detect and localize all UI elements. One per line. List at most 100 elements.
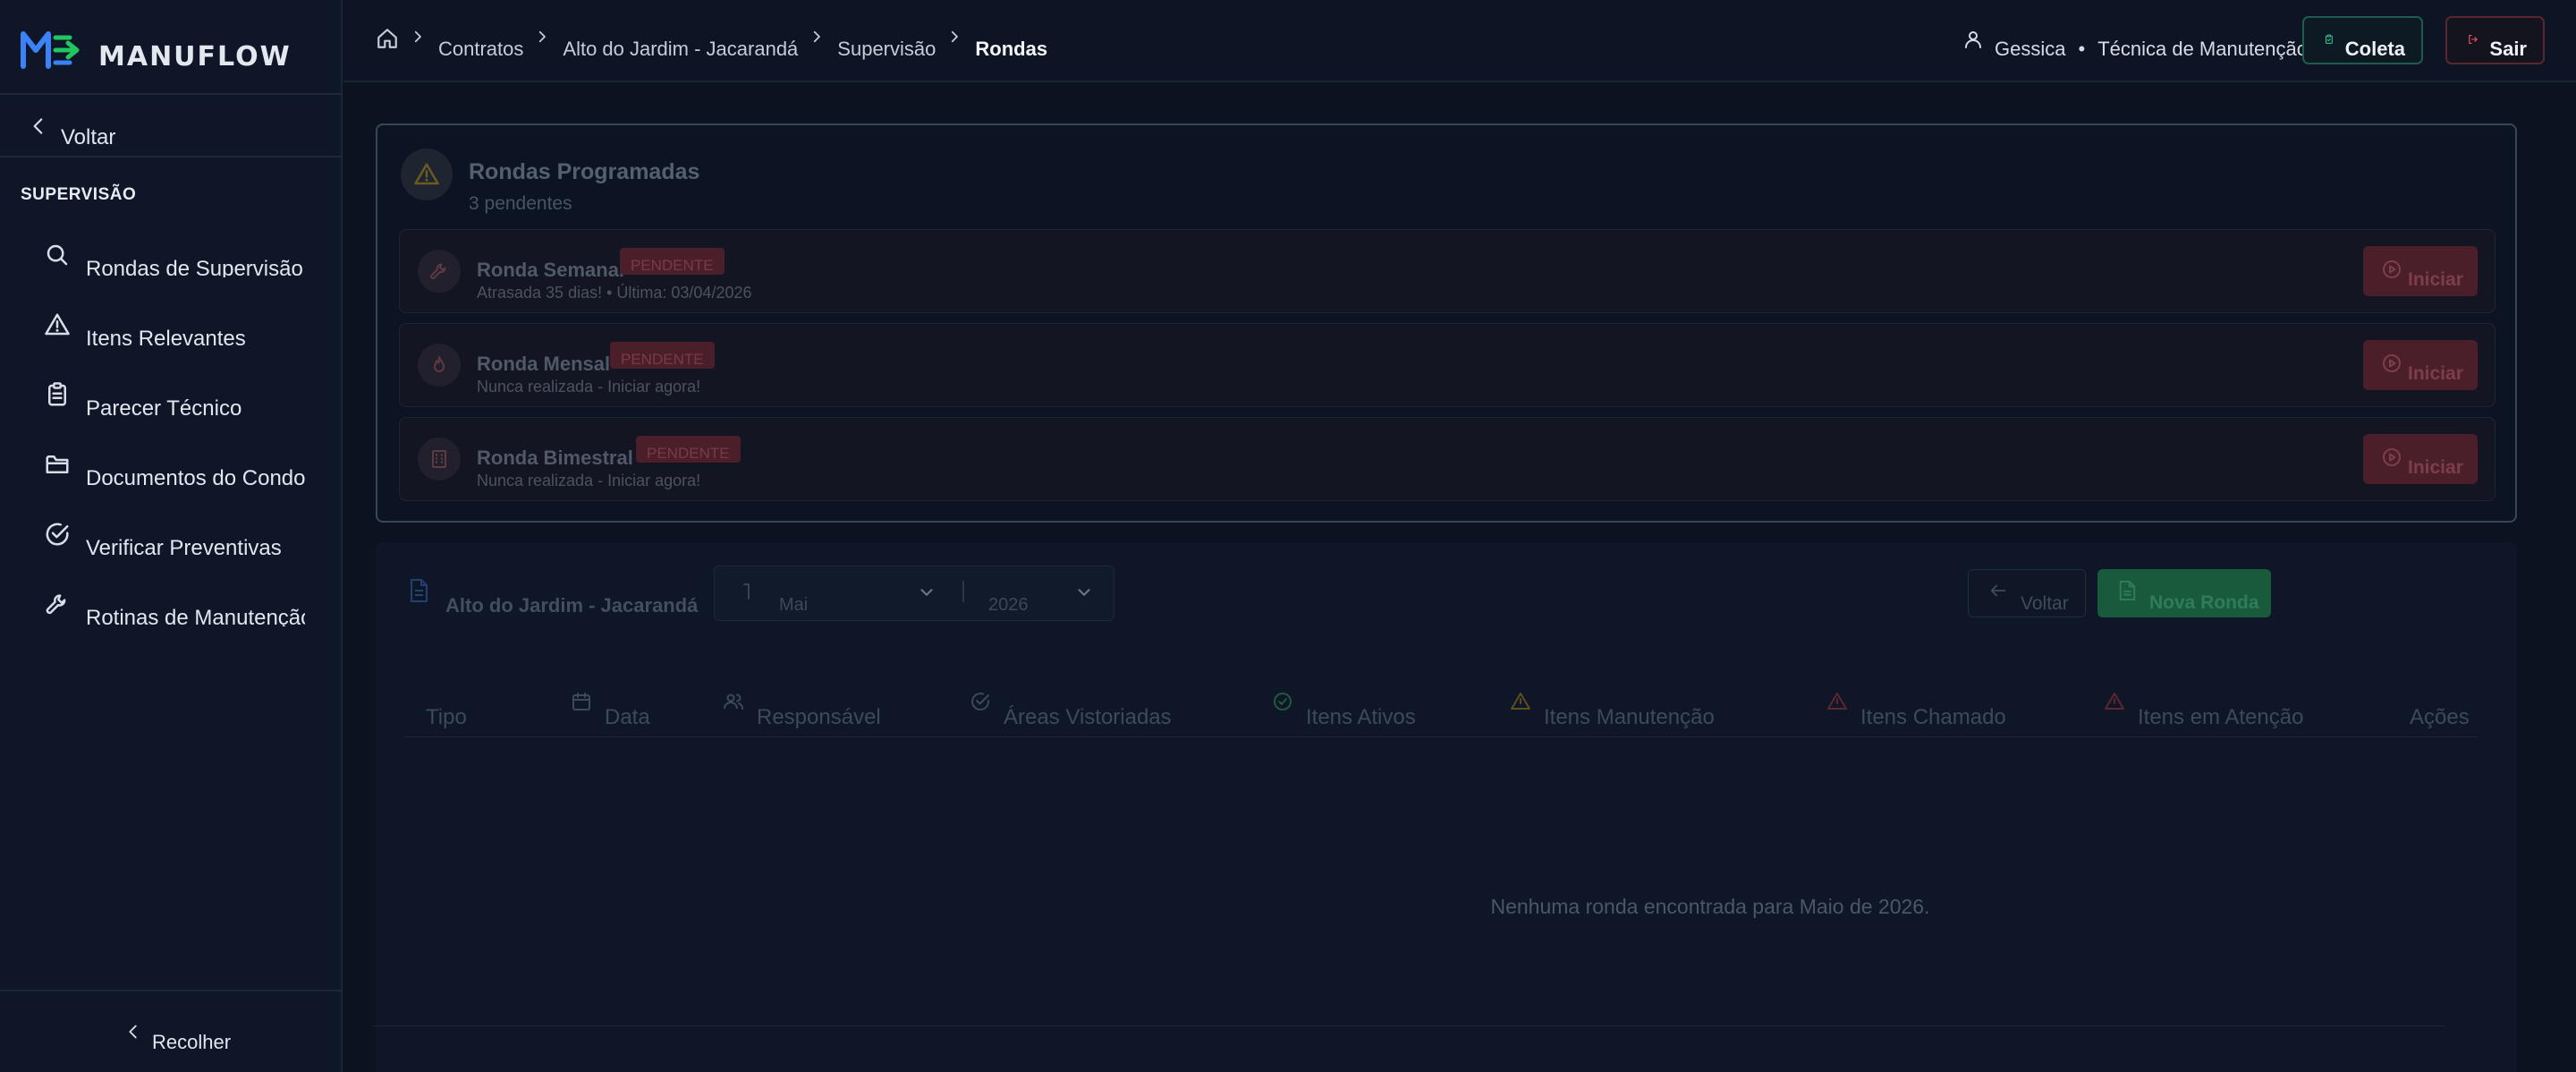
breadcrumb-item[interactable]: Supervisão [837, 38, 936, 61]
user-info: Gessica • Técnica de Manutenção [1962, 29, 2308, 61]
breadcrumb-item[interactable]: Contratos [438, 38, 523, 61]
column-label: Data [605, 705, 650, 729]
sidebar-item-documentos[interactable]: Documentos do Condomínio [0, 444, 343, 514]
logout-icon [2469, 34, 2478, 45]
brand-name: MANUFLOW [98, 40, 292, 72]
warning-icon [1511, 693, 1530, 710]
ronda-meta: Nunca realizada - Iniciar agora! [477, 472, 701, 489]
table-title-label: Alto do Jardim - Jacarandá [445, 594, 699, 617]
warning-icon [1827, 693, 1847, 710]
column-header-itens-manutencao[interactable]: Itens Manutenção [1510, 691, 1715, 730]
rondas-programadas-card: Rondas Programadas 3 pendentes Ronda Sem… [376, 123, 2517, 523]
chevron-left-icon [129, 1025, 137, 1039]
arrow-left-icon [1990, 584, 2006, 597]
ronda-meta: Atrasada 35 dias! • Última: 03/04/2026 [477, 284, 752, 302]
table-back-label: Voltar [2021, 593, 2069, 614]
ronda-name: Ronda Bimestral [477, 447, 633, 469]
empty-state-message: Nenhuma ronda encontrada para Maio de 20… [1490, 895, 1930, 918]
chevron-right-icon [952, 30, 959, 43]
ronda-name: Ronda Mensal [477, 353, 611, 375]
iniciar-label: Iniciar [2408, 269, 2463, 290]
sidebar-item-itens-relevantes[interactable]: Itens Relevantes [0, 304, 343, 374]
table-back-button[interactable]: Voltar [1968, 569, 2086, 617]
column-label: Responsável [757, 705, 881, 729]
manuflow-logo-icon [21, 31, 80, 69]
ronda-icon [418, 250, 461, 293]
home-icon[interactable] [376, 27, 399, 50]
check-circle-icon [1274, 693, 1292, 710]
sidebar-nav: Rondas de Supervisão Itens Relevantes Pa… [0, 234, 343, 653]
card-header-icon [401, 149, 453, 200]
user-role: Técnica de Manutenção [2097, 38, 2309, 60]
ronda-meta: Nunca realizada - Iniciar agora! [477, 378, 701, 396]
breadcrumb-item[interactable]: Alto do Jardim - Jacarandá [563, 38, 798, 61]
column-header-itens-chamado[interactable]: Itens Chamado [1826, 691, 2006, 730]
wrench-icon [46, 594, 66, 615]
iniciar-button[interactable]: Iniciar [2363, 434, 2478, 484]
column-header-areas[interactable]: Áreas Vistoriadas [970, 691, 1172, 730]
column-header-itens-ativos[interactable]: Itens Ativos [1272, 691, 1416, 730]
nova-ronda-button[interactable]: Nova Ronda [2097, 569, 2271, 617]
sidebar: MANUFLOW Voltar SUPERVISÃO Rondas de Sup… [0, 0, 343, 1072]
user-separator: • [2078, 38, 2086, 60]
filter-icon [743, 583, 750, 600]
warning-icon [414, 163, 439, 185]
table-bottom-divider [372, 1025, 2445, 1026]
column-label: Itens Chamado [1860, 705, 2006, 729]
ronda-name: Ronda Semanal [477, 259, 625, 281]
sidebar-back-link[interactable]: Voltar [27, 113, 115, 150]
sidebar-item-label: Documentos do Condomínio [86, 466, 305, 487]
iniciar-label: Iniciar [2408, 363, 2463, 384]
building-icon [432, 450, 446, 468]
chevron-down-icon[interactable] [1074, 583, 1094, 602]
status-badge: PENDENTE [620, 248, 724, 275]
column-header-acoes: Ações [2410, 691, 2470, 730]
column-label: Itens Ativos [1306, 705, 1416, 729]
flame-icon [434, 356, 445, 372]
year-select[interactable]: 2026 [988, 595, 1029, 616]
sidebar-item-rotinas-manutencao[interactable]: Rotinas de Manutenção [0, 583, 343, 653]
table-title: Alto do Jardim - Jacarandá [408, 578, 698, 617]
sidebar-item-parecer-tecnico[interactable]: Parecer Técnico [0, 374, 343, 444]
column-label: Itens em Atenção [2138, 705, 2304, 729]
breadcrumb: Contratos Alto do Jardim - Jacarandá Sup… [376, 27, 1047, 61]
column-header-tipo[interactable]: Tipo [426, 691, 467, 730]
clipboard-icon [48, 382, 66, 406]
chevron-down-icon[interactable] [917, 583, 936, 602]
column-header-responsavel[interactable]: Responsável [723, 691, 881, 730]
breadcrumb-current: Rondas [975, 38, 1048, 60]
document-icon [2119, 581, 2136, 600]
sidebar-divider [0, 156, 343, 157]
sidebar-item-label: Verificar Preventivas [86, 536, 282, 557]
logout-label: Sair [2489, 38, 2527, 60]
nova-ronda-label: Nova Ronda [2149, 592, 2259, 613]
column-header-itens-atencao[interactable]: Itens em Atenção [2104, 691, 2303, 730]
check-circle-icon [46, 523, 69, 546]
sidebar-collapse-button[interactable]: Recolher [123, 1022, 231, 1054]
sidebar-back-label: Voltar [61, 125, 116, 149]
logout-button[interactable]: Sair [2445, 16, 2545, 64]
chevron-left-icon [33, 118, 43, 134]
sidebar-item-label: Itens Relevantes [86, 327, 246, 347]
coleta-button[interactable]: Coleta [2302, 16, 2423, 64]
sidebar-item-rondas[interactable]: Rondas de Supervisão [0, 234, 343, 304]
column-label: Itens Manutenção [1544, 705, 1715, 729]
iniciar-button[interactable]: Iniciar [2363, 246, 2478, 296]
user-name: Gessica [1995, 38, 2066, 60]
document-icon [411, 579, 428, 602]
column-header-data[interactable]: Data [571, 691, 650, 730]
sidebar-section-title: SUPERVISÃO [21, 185, 137, 204]
main-content: Rondas Programadas 3 pendentes Ronda Sem… [343, 84, 2576, 1072]
month-select[interactable]: Mai [779, 595, 808, 616]
sidebar-item-label: Parecer Técnico [86, 396, 242, 417]
calendar-icon [572, 693, 590, 710]
sidebar-item-verificar-preventivas[interactable]: Verificar Preventivas [0, 514, 343, 583]
ronda-icon [418, 438, 461, 481]
iniciar-button[interactable]: Iniciar [2363, 340, 2478, 390]
chevron-right-icon [814, 30, 821, 43]
brand-logo[interactable]: MANUFLOW [20, 27, 292, 73]
coleta-label: Coleta [2344, 38, 2405, 60]
ronda-row: Ronda Mensal PENDENTE Nunca realizada - … [399, 323, 2496, 407]
play-circle-icon [2383, 354, 2401, 372]
clipboard-check-icon [2325, 34, 2333, 44]
